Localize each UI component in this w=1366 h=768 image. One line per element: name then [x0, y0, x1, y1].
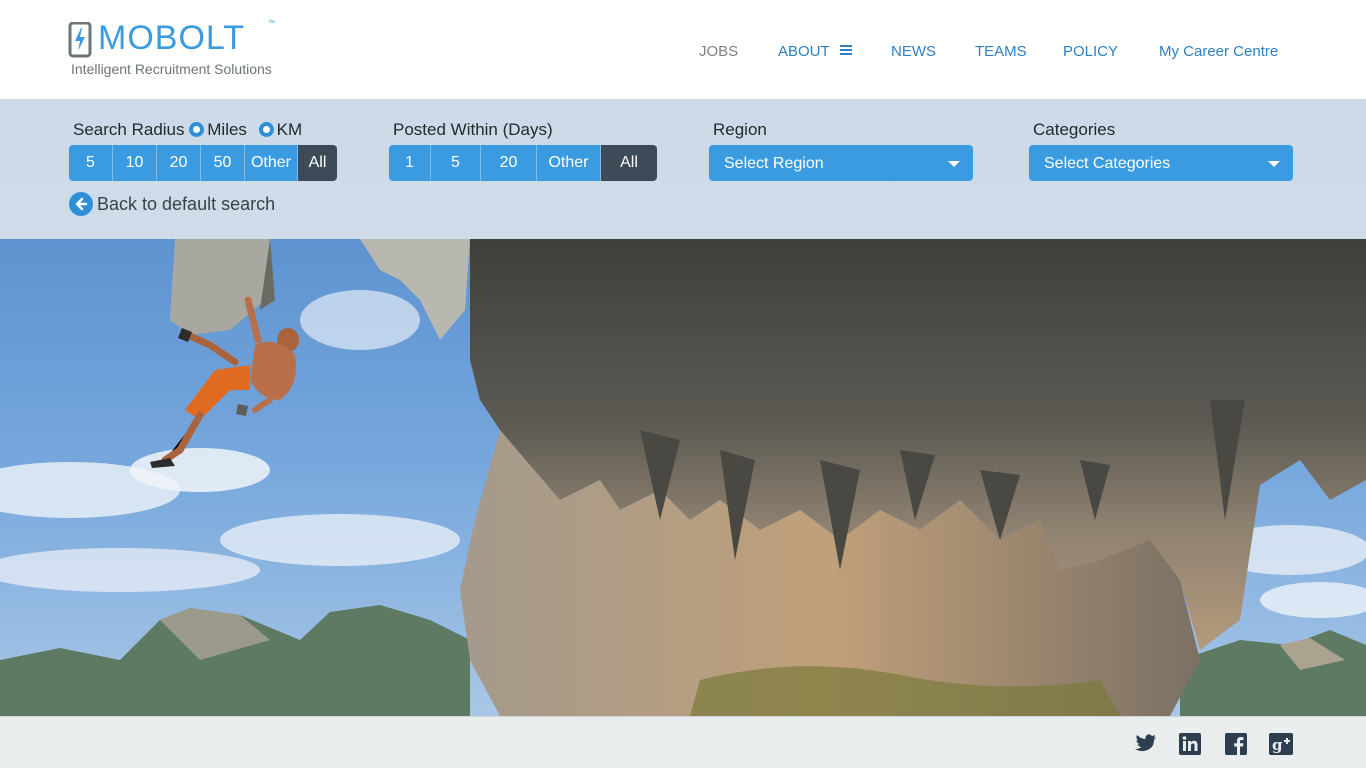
region-select-value: Select Region — [724, 155, 824, 172]
site-header: MOBOLT ™ Intelligent Recruitment Solutio… — [0, 0, 1366, 100]
main-nav: JOBS ABOUT NEWS TEAMS POLICY My Career C… — [0, 43, 1366, 63]
region-label: Region — [713, 120, 767, 139]
km-label: KM — [276, 120, 303, 139]
menu-icon — [839, 45, 852, 56]
radius-option-50[interactable]: 50 — [201, 145, 245, 181]
arrow-left-icon — [69, 192, 93, 216]
radius-options: 5 10 20 50 Other All — [69, 145, 337, 181]
miles-label: Miles — [207, 120, 247, 139]
nav-about-label: ABOUT — [778, 43, 830, 60]
search-radius-label: Search Radius — [73, 120, 185, 139]
posted-option-20[interactable]: 20 — [481, 145, 537, 181]
posted-options: 1 5 20 Other All — [389, 145, 657, 181]
radius-option-20[interactable]: 20 — [157, 145, 201, 181]
nav-about[interactable]: ABOUT — [778, 43, 852, 60]
site-footer: g — [0, 716, 1366, 768]
radius-option-all[interactable]: All — [298, 145, 337, 181]
radius-option-10[interactable]: 10 — [113, 145, 157, 181]
search-filters: Search Radius Miles KM 5 10 20 50 Other … — [0, 100, 1366, 239]
categories-select-value: Select Categories — [1044, 155, 1171, 172]
radius-option-other[interactable]: Other — [245, 145, 298, 181]
search-radius-label-row: Search Radius Miles KM — [73, 120, 302, 140]
miles-radio[interactable] — [189, 122, 205, 137]
linkedin-icon[interactable] — [1179, 733, 1203, 755]
google-plus-icon[interactable]: g — [1269, 733, 1293, 755]
nav-policy[interactable]: POLICY — [1063, 43, 1118, 60]
posted-option-other[interactable]: Other — [537, 145, 601, 181]
logo-tagline: Intelligent Recruitment Solutions — [71, 61, 272, 77]
nav-news[interactable]: NEWS — [891, 43, 936, 60]
radius-option-5[interactable]: 5 — [69, 145, 113, 181]
posted-option-all[interactable]: All — [601, 145, 657, 181]
nav-jobs[interactable]: JOBS — [699, 43, 738, 60]
posted-option-1[interactable]: 1 — [389, 145, 431, 181]
back-to-default-search-label: Back to default search — [97, 194, 276, 214]
facebook-icon[interactable] — [1225, 733, 1249, 755]
nav-my-career-centre[interactable]: My Career Centre — [1159, 43, 1278, 60]
region-select[interactable]: Select Region — [709, 145, 973, 181]
nav-teams[interactable]: TEAMS — [975, 43, 1027, 60]
km-radio[interactable] — [258, 122, 274, 137]
trademark-sign: ™ — [268, 20, 275, 27]
posted-option-5[interactable]: 5 — [431, 145, 481, 181]
caret-down-icon — [1268, 161, 1280, 167]
twitter-icon[interactable] — [1134, 733, 1158, 755]
categories-label: Categories — [1033, 120, 1116, 139]
posted-within-label: Posted Within (Days) — [393, 120, 553, 139]
caret-down-icon — [948, 161, 960, 167]
categories-select[interactable]: Select Categories — [1029, 145, 1293, 181]
svg-text:g: g — [1272, 736, 1283, 754]
